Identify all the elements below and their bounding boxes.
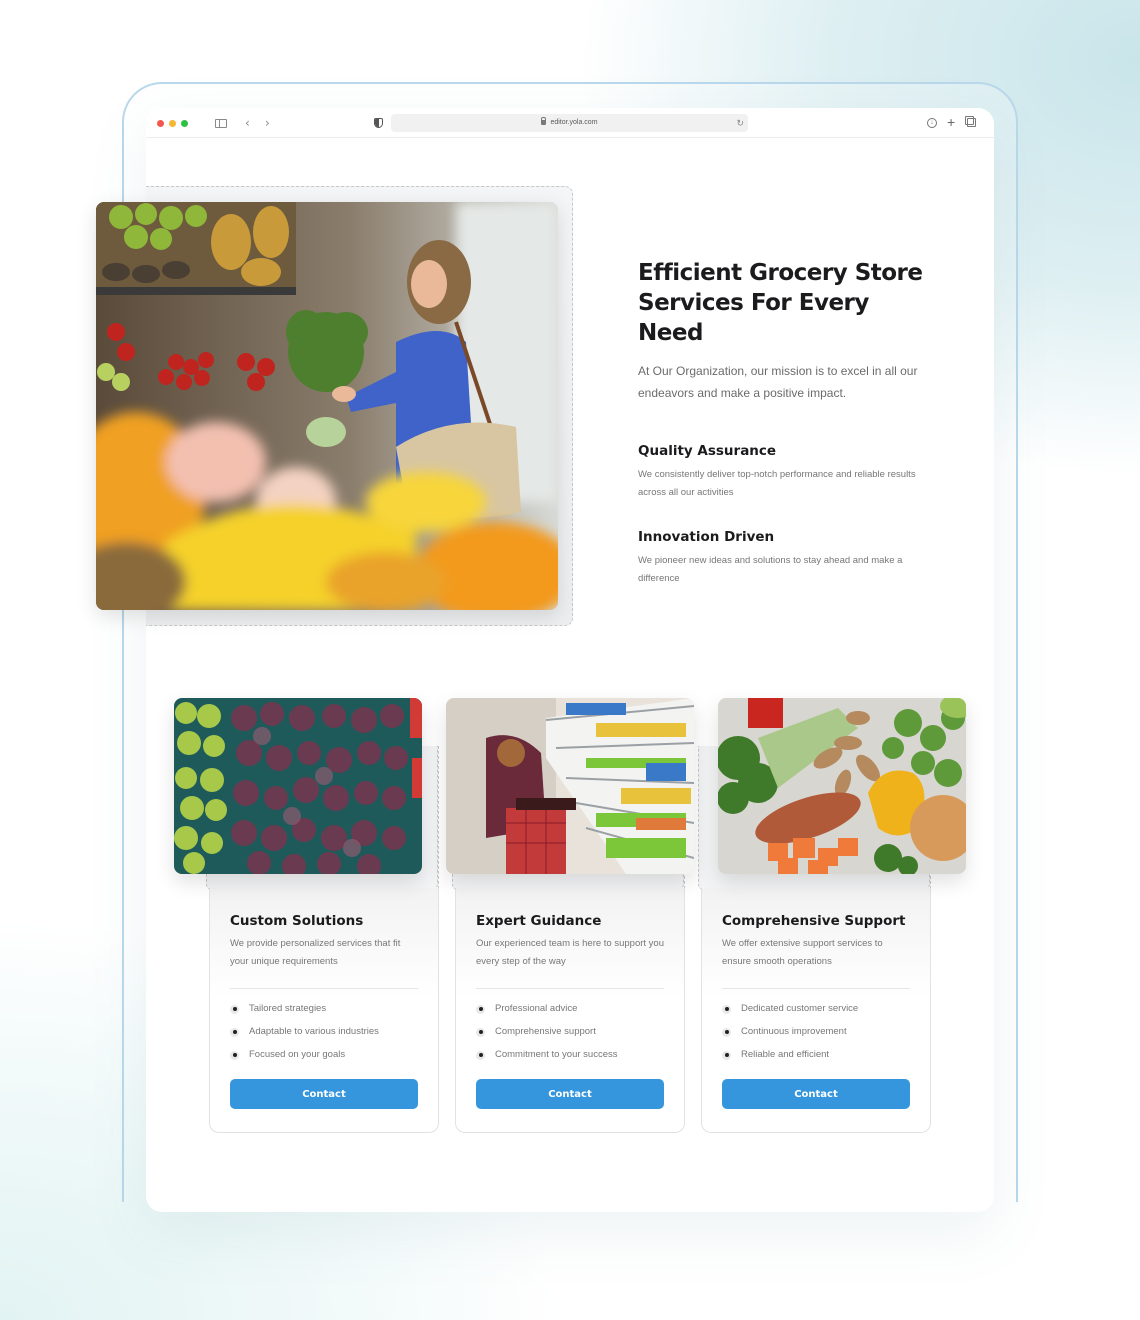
list-item: Focused on your goals bbox=[230, 1049, 418, 1061]
divider bbox=[230, 988, 418, 989]
service-card-comprehensive-support: Comprehensive Support We offer extensive… bbox=[701, 888, 931, 1133]
bullet-icon bbox=[230, 1004, 239, 1014]
card-title: Custom Solutions bbox=[230, 913, 364, 929]
bullet-icon bbox=[476, 1004, 485, 1014]
bullet-icon bbox=[722, 1027, 731, 1037]
bullet-text: Commitment to your success bbox=[495, 1049, 618, 1060]
card-bullet-list: Tailored strategies Adaptable to various… bbox=[230, 1003, 418, 1061]
bullet-text: Comprehensive support bbox=[495, 1026, 596, 1037]
reload-icon[interactable]: ↻ bbox=[736, 114, 744, 132]
card-bullet-list: Professional advice Comprehensive suppor… bbox=[476, 1003, 664, 1061]
bullet-text: Professional advice bbox=[495, 1003, 578, 1014]
bullet-icon bbox=[476, 1027, 485, 1037]
feature-title: Quality Assurance bbox=[638, 443, 777, 459]
minimize-window-button[interactable] bbox=[169, 120, 176, 127]
bullet-text: Continuous improvement bbox=[741, 1026, 847, 1037]
list-item: Comprehensive support bbox=[476, 1026, 664, 1038]
bullet-text: Focused on your goals bbox=[249, 1049, 346, 1060]
hero-lead: At Our Organization, our mission is to e… bbox=[638, 364, 918, 400]
bullet-text: Reliable and efficient bbox=[741, 1049, 830, 1060]
hero-image bbox=[96, 202, 558, 610]
card-description: Our experienced team is here to support … bbox=[476, 938, 664, 967]
bullet-icon bbox=[230, 1027, 239, 1037]
tabs-icon[interactable] bbox=[965, 116, 976, 127]
bullet-icon bbox=[722, 1004, 731, 1014]
list-item: Commitment to your success bbox=[476, 1049, 664, 1061]
sidebar-icon[interactable] bbox=[215, 119, 227, 128]
list-item: Adaptable to various industries bbox=[230, 1026, 418, 1038]
card-title: Expert Guidance bbox=[476, 913, 602, 929]
url-text: editor.yola.com bbox=[550, 119, 598, 126]
browser-toolbar: ‹ › editor.yola.com ↻ ↓ + bbox=[146, 108, 994, 138]
bullet-icon bbox=[230, 1050, 239, 1060]
contact-button[interactable]: Contact bbox=[476, 1079, 664, 1109]
forward-icon[interactable]: › bbox=[265, 116, 270, 130]
bullet-icon bbox=[722, 1050, 731, 1060]
card-description: We provide personalized services that fi… bbox=[230, 938, 401, 967]
service-card-expert-guidance: Expert Guidance Our experienced team is … bbox=[455, 888, 685, 1133]
bullet-text: Adaptable to various industries bbox=[249, 1026, 379, 1037]
close-window-button[interactable] bbox=[157, 120, 164, 127]
feature-description: We consistently deliver top-notch perfor… bbox=[638, 469, 916, 498]
divider bbox=[476, 988, 664, 989]
contact-button[interactable]: Contact bbox=[230, 1079, 418, 1109]
new-tab-icon[interactable]: + bbox=[947, 114, 955, 130]
feature-innovation-driven: Innovation Driven We pioneer new ideas a… bbox=[638, 528, 938, 588]
card-image-supermarket-aisle bbox=[446, 698, 694, 874]
shield-icon[interactable] bbox=[374, 118, 383, 128]
download-icon[interactable]: ↓ bbox=[927, 118, 937, 128]
card-description: We offer extensive support services to e… bbox=[722, 938, 883, 967]
card-title: Comprehensive Support bbox=[722, 913, 906, 929]
bullet-icon bbox=[476, 1050, 485, 1060]
back-icon[interactable]: ‹ bbox=[245, 116, 250, 130]
list-item: Continuous improvement bbox=[722, 1026, 910, 1038]
hero-content: Efficient Grocery Store Services For Eve… bbox=[638, 258, 938, 588]
address-bar[interactable]: editor.yola.com ↻ bbox=[391, 114, 748, 132]
card-image-vegetables bbox=[718, 698, 966, 874]
contact-button[interactable]: Contact bbox=[722, 1079, 910, 1109]
feature-title: Innovation Driven bbox=[638, 529, 775, 545]
maximize-window-button[interactable] bbox=[181, 120, 188, 127]
list-item: Reliable and efficient bbox=[722, 1049, 910, 1061]
card-bullet-list: Dedicated customer service Continuous im… bbox=[722, 1003, 910, 1061]
bullet-text: Dedicated customer service bbox=[741, 1003, 859, 1014]
lock-icon bbox=[541, 117, 547, 125]
bullet-text: Tailored strategies bbox=[249, 1003, 327, 1014]
list-item: Tailored strategies bbox=[230, 1003, 418, 1015]
list-item: Professional advice bbox=[476, 1003, 664, 1015]
hero-title: Efficient Grocery Store Services For Eve… bbox=[638, 260, 923, 346]
service-card-custom-solutions: Custom Solutions We provide personalized… bbox=[209, 888, 439, 1133]
feature-quality-assurance: Quality Assurance We consistently delive… bbox=[638, 442, 938, 502]
list-item: Dedicated customer service bbox=[722, 1003, 910, 1015]
feature-description: We pioneer new ideas and solutions to st… bbox=[638, 555, 903, 584]
divider bbox=[722, 988, 910, 989]
card-image-figs bbox=[174, 698, 422, 874]
